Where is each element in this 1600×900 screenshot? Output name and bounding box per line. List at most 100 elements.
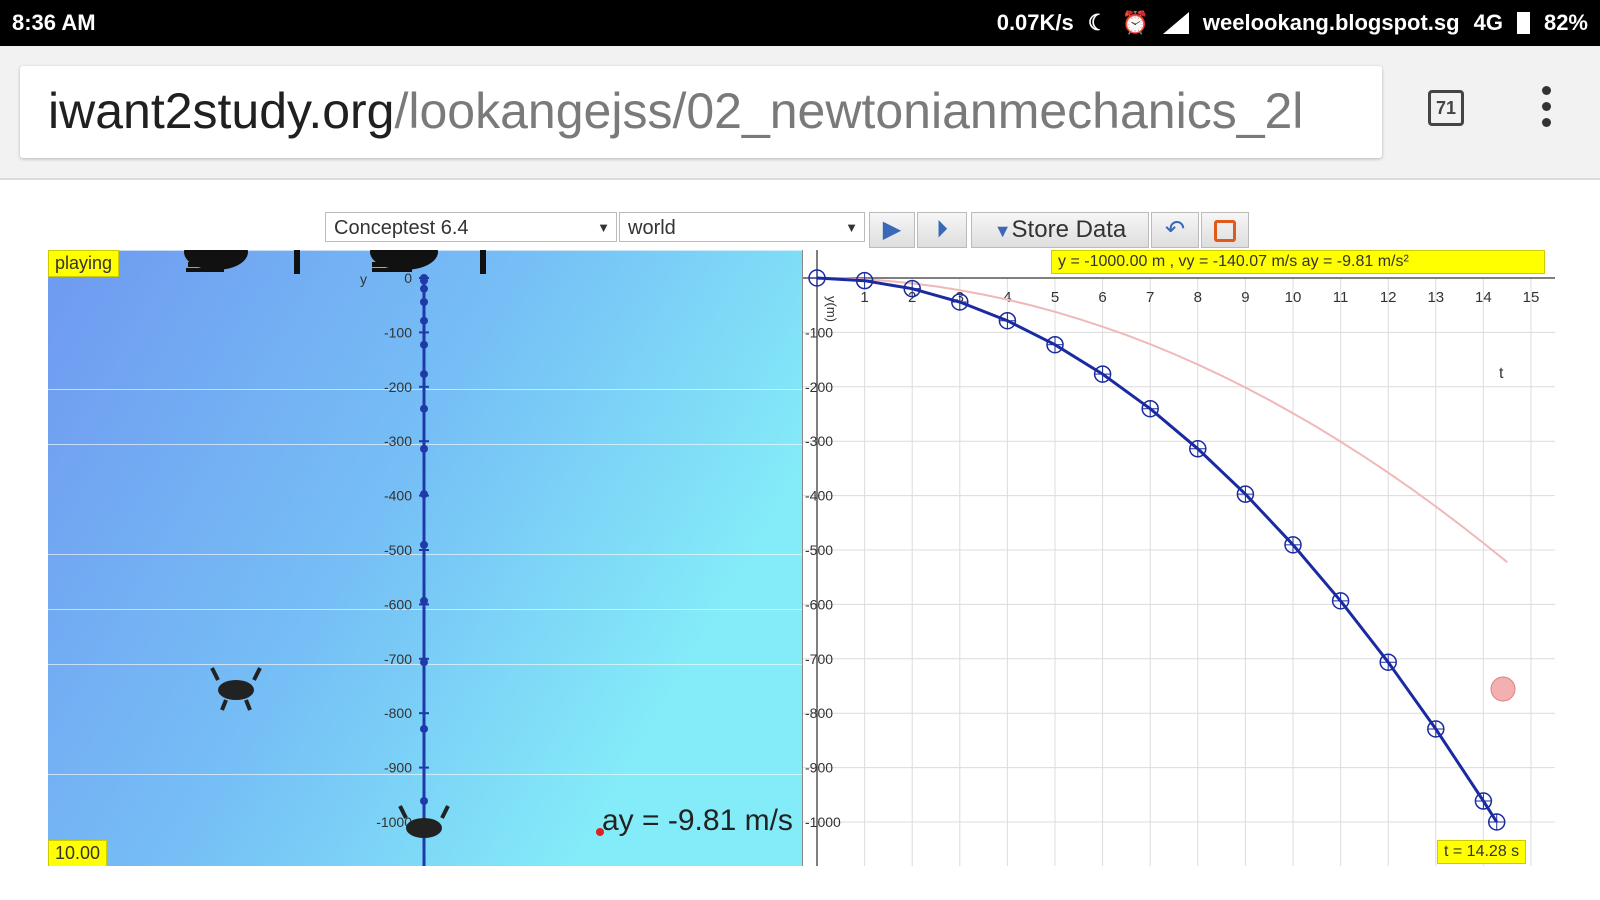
graph-x-tick-label: 14 (1475, 289, 1492, 306)
step-icon: ⏵ (936, 216, 948, 243)
sim-tick-label: -800 (384, 705, 412, 721)
sim-status-tag: playing (48, 250, 120, 277)
store-data-arrow-icon: ▼ (993, 221, 1012, 241)
graph-x-tick-label: 7 (1146, 289, 1154, 306)
graph-y-tick-label: -500 (805, 542, 833, 558)
reference-endpoint (1490, 676, 1516, 702)
sim-trail-dot (420, 370, 428, 379)
sim-tick-label: -500 (384, 542, 412, 558)
status-bar: 8:36 AM 0.07K/s ☾ ⏰ weelookang.blogspot.… (0, 0, 1600, 46)
sim-trail-dot (420, 297, 428, 306)
graph-y-tick-label: -800 (805, 705, 833, 721)
stop-icon (1214, 219, 1236, 242)
helicopter-icon (184, 250, 486, 274)
graph-x-tick-label: 12 (1380, 289, 1397, 306)
tab-count: 71 (1435, 98, 1457, 118)
sim-tick-label: -900 (384, 760, 412, 776)
sim-time-tag: 10.00 (48, 840, 108, 866)
step-button[interactable]: ⏵ (917, 212, 967, 248)
graph-x-tick-label: 15 (1523, 289, 1540, 306)
sim-tick-label: -700 (384, 651, 412, 667)
network-type: 4G (1473, 10, 1503, 35)
sim-trail-dot (420, 284, 428, 293)
graph-y-tick-label: -400 (805, 488, 833, 504)
sim-drawing: y 0-100-200-300-400-500-600-700-800-900-… (184, 250, 793, 866)
x-axis-label: t (1499, 365, 1504, 382)
status-time: 8:36 AM (12, 10, 96, 35)
battery-level: 82% (1543, 10, 1588, 35)
url-host: iwant2study.org (48, 83, 395, 139)
graph-y-tick-label: -100 (805, 324, 833, 340)
sim-tick-label: -300 (384, 433, 412, 449)
sim-trail-dot (420, 340, 428, 349)
graph-y-tick-label: -200 (805, 379, 833, 395)
graph-x-tick-label: 1 (860, 289, 868, 306)
sim-tick-label: -100 (384, 324, 412, 340)
y-axis-label: y(m) (824, 296, 839, 322)
graph-x-tick-label: 11 (1333, 289, 1349, 306)
moon-icon: ☾ (1087, 10, 1108, 35)
status-site: weelookang.blogspot.sg (1202, 10, 1460, 35)
graph-grid (803, 277, 1555, 866)
graph-x-tick-label: 4 (1003, 289, 1011, 306)
graph-y-tick-label: -700 (805, 651, 833, 667)
graph-svg: 1 2 3 4 5 6 7 8 9 10 11 12 13 14 15-100-200-300-400-50… (803, 250, 1555, 866)
sim-tick-label: -200 (384, 379, 412, 395)
alarm-icon: ⏰ (1121, 10, 1149, 35)
frame-select-value: world (628, 217, 676, 239)
overflow-menu-icon[interactable] (1538, 86, 1554, 136)
reset-button[interactable]: ↶ (1151, 212, 1199, 248)
graph-view[interactable]: 1 2 3 4 5 6 7 8 9 10 11 12 13 14 15 -100 -200 -300 -400 -50… (802, 250, 1555, 866)
sim-tick-label: -400 (384, 488, 412, 504)
store-data-button[interactable]: ▼Store Data (971, 212, 1149, 248)
dropdown-arrow-icon: ▼ (845, 220, 858, 235)
graph-x-tick-label: 6 (1098, 289, 1106, 306)
network-speed: 0.07K/s (996, 10, 1074, 35)
sim-tick-label: 0 (404, 270, 412, 286)
status-right: 0.07K/s ☾ ⏰ weelookang.blogspot.sg 4G 82… (997, 10, 1588, 36)
sim-trail-dot (420, 404, 428, 413)
url-bar[interactable]: iwant2study.org/lookangejss/02_newtonian… (20, 66, 1382, 158)
sim-axis-title: y (360, 271, 367, 287)
graph-y-tick-label: -300 (805, 433, 833, 449)
sim-trail-dot (420, 276, 428, 285)
sim-trail-dot (420, 316, 428, 325)
dropdown-arrow-icon: ▼ (597, 220, 610, 235)
graph-y-tick-label: -1000 (805, 814, 841, 830)
sim-trail-dot (420, 540, 428, 549)
graph-x-tick-label: 13 (1427, 289, 1444, 306)
stop-button[interactable] (1201, 212, 1249, 248)
skydiver-icon (210, 667, 450, 838)
concept-select-value: Conceptest 6.4 (334, 217, 469, 239)
store-data-label: Store Data (1011, 216, 1127, 243)
accel-label: ay = -9.81 m/s (602, 804, 793, 837)
play-icon: ▶ (882, 216, 902, 243)
sim-trail-dot (420, 797, 428, 806)
sim-y-ticks: 0-100-200-300-400-500-600-700-800-900-10… (376, 270, 429, 830)
signal-icon (1162, 12, 1189, 34)
graph-axes: 1 2 3 4 5 6 7 8 9 10 11 12 13 14 15-100-200-300-400-50… (803, 250, 1555, 866)
tab-switcher-button[interactable]: 71 (1428, 90, 1464, 126)
graph-x-tick-label: 10 (1285, 289, 1302, 306)
browser-toolbar: iwant2study.org/lookangejss/02_newtonian… (0, 46, 1600, 180)
graph-readout: y = -1000.00 m , vy = -140.07 m/s ay = -… (1051, 250, 1545, 274)
sim-trail-dot (420, 444, 428, 453)
simulation-view[interactable]: y 0 -100 -200 -300 -400 -500 -600 -700 -800 -900-… (48, 250, 802, 866)
play-button[interactable]: ▶ (869, 212, 915, 248)
concept-select[interactable]: Conceptest 6.4 ▼ (325, 212, 617, 242)
graph-y-tick-label: -900 (805, 760, 833, 776)
graph-y-tick-label: -600 (805, 596, 833, 612)
graph-x-tick-label: 5 (1051, 289, 1059, 306)
sim-trail-dot (420, 490, 428, 499)
frame-select[interactable]: world ▼ (619, 212, 865, 242)
sim-trail-dot (420, 596, 428, 605)
sim-trail-dot (420, 724, 428, 733)
time-readout: t = 14.28 s (1437, 840, 1527, 864)
graph-x-tick-label: 9 (1241, 289, 1249, 306)
graph-x-tick-label: 8 (1194, 289, 1202, 306)
sim-trail-dot (420, 658, 428, 667)
undo-icon: ↶ (1164, 216, 1186, 243)
battery-icon (1516, 12, 1530, 34)
url-path: /lookangejss/02_newtonianmechanics_2l (394, 83, 1304, 139)
sim-tick-label: -600 (384, 596, 412, 612)
